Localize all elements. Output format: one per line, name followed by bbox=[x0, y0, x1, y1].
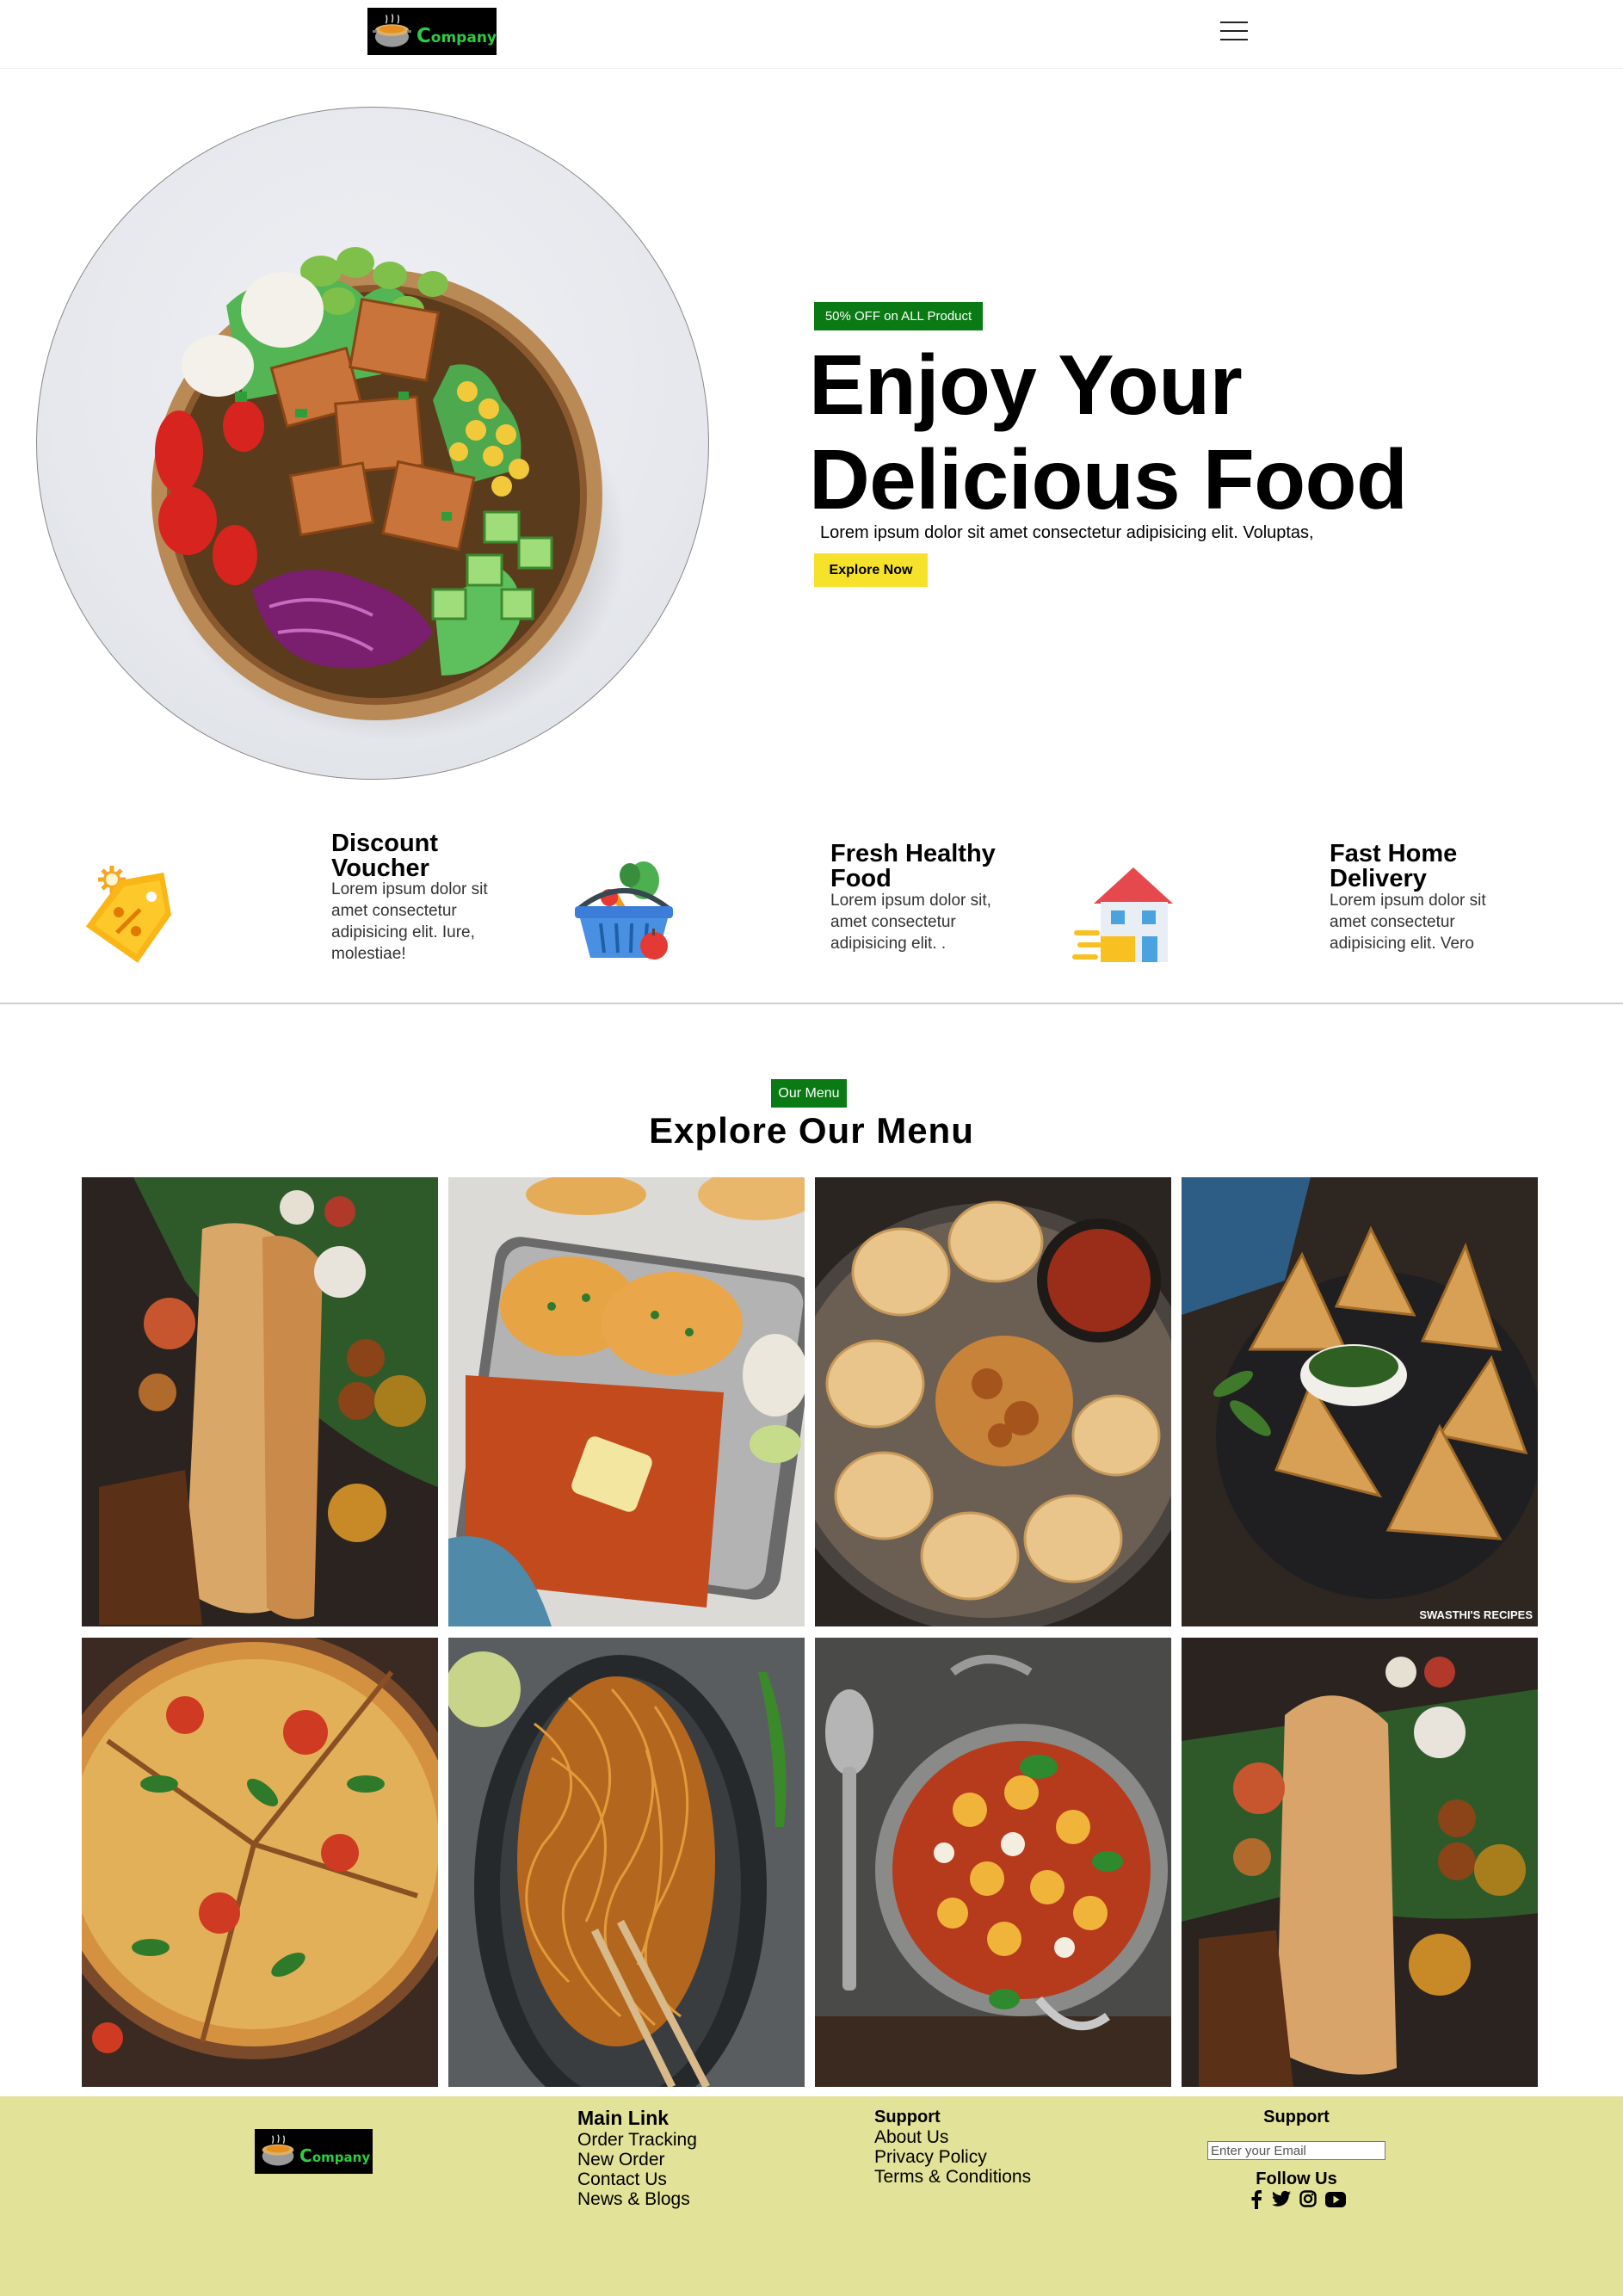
brand-logo[interactable]: Company bbox=[367, 8, 497, 55]
menu-item-masala-dosa[interactable] bbox=[82, 1177, 438, 1626]
menu-item-pav-bhaji[interactable] bbox=[448, 1177, 805, 1626]
feature-text-delivery: Lorem ipsum dolor sit amet consectetur adi… bbox=[1330, 892, 1486, 953]
footer-brand-logo[interactable]: Company bbox=[255, 2129, 373, 2174]
facebook-icon[interactable] bbox=[1250, 2190, 1262, 2209]
menu-badge: Our Menu bbox=[771, 1079, 847, 1108]
feature-title-discount: Discount Voucher bbox=[331, 830, 439, 882]
menu-item-noodles[interactable] bbox=[448, 1638, 805, 2087]
footer-link-about-us[interactable]: About Us bbox=[874, 2127, 948, 2147]
menu-item-samosa[interactable]: SWASTHI'S RECIPES bbox=[1182, 1177, 1538, 1626]
menu-title: Explore Our Menu bbox=[649, 1110, 974, 1151]
site-header: Company bbox=[0, 0, 1623, 69]
footer-main-link-heading: Main Link bbox=[577, 2107, 670, 2129]
email-input[interactable] bbox=[1207, 2141, 1385, 2160]
twitter-icon[interactable] bbox=[1272, 2190, 1291, 2207]
offer-badge: 50% OFF on ALL Product bbox=[814, 302, 983, 330]
menu-item-masala-dosa-2[interactable] bbox=[1182, 1638, 1538, 2087]
footer-newsletter-heading: Support bbox=[1263, 2108, 1330, 2126]
footer-link-contact-us[interactable]: Contact Us bbox=[577, 2169, 667, 2189]
menu-item-momos[interactable] bbox=[815, 1177, 1171, 1626]
footer-follow-heading: Follow Us bbox=[1256, 2169, 1337, 2188]
footer-link-new-order[interactable]: New Order bbox=[577, 2150, 665, 2169]
menu-item-gnocchi-pan[interactable] bbox=[815, 1638, 1171, 2087]
logo-wordmark: Company bbox=[416, 24, 497, 47]
hero-title-line-2: Delicious Food bbox=[809, 432, 1408, 527]
section-divider bbox=[0, 1003, 1623, 1004]
hero-description: Lorem ipsum dolor sit amet consectetur a… bbox=[820, 523, 1314, 542]
footer-link-privacy-policy[interactable]: Privacy Policy bbox=[874, 2147, 987, 2167]
explore-now-button[interactable]: Explore Now bbox=[814, 553, 928, 587]
home-delivery-icon bbox=[1072, 867, 1173, 962]
footer-link-terms[interactable]: Terms & Conditions bbox=[874, 2167, 1031, 2187]
feature-title-fresh-food: Fresh Healthy Food bbox=[830, 840, 996, 892]
cooking-pot-icon bbox=[262, 2134, 294, 2166]
hero-salad-image bbox=[36, 107, 709, 780]
vegetable-basket-icon bbox=[575, 861, 673, 960]
feature-title-delivery: Fast Home Delivery bbox=[1330, 840, 1458, 892]
footer-link-order-tracking[interactable]: Order Tracking bbox=[577, 2130, 697, 2150]
footer-link-news-blogs[interactable]: News & Blogs bbox=[577, 2189, 690, 2209]
hero-title: Enjoy Your Delicious Food bbox=[809, 337, 1463, 527]
menu-item-pizza[interactable] bbox=[82, 1638, 438, 2087]
cooking-pot-icon bbox=[372, 13, 411, 47]
hero-title-line-1: Enjoy Your bbox=[809, 337, 1243, 432]
youtube-icon[interactable] bbox=[1325, 2192, 1346, 2207]
feature-text-discount: Lorem ipsum dolor sit amet consectetur adi… bbox=[331, 880, 488, 963]
hamburger-menu-icon[interactable] bbox=[1219, 19, 1250, 45]
footer-support-heading: Support bbox=[874, 2108, 941, 2126]
instagram-icon[interactable] bbox=[1299, 2190, 1317, 2207]
image-watermark: SWASTHI'S RECIPES bbox=[1419, 1608, 1533, 1621]
discount-tag-icon bbox=[85, 866, 171, 963]
feature-text-fresh-food: Lorem ipsum dolor sit, amet consectetur ad… bbox=[830, 892, 991, 953]
footer-logo-wordmark: Company bbox=[299, 2145, 371, 2166]
